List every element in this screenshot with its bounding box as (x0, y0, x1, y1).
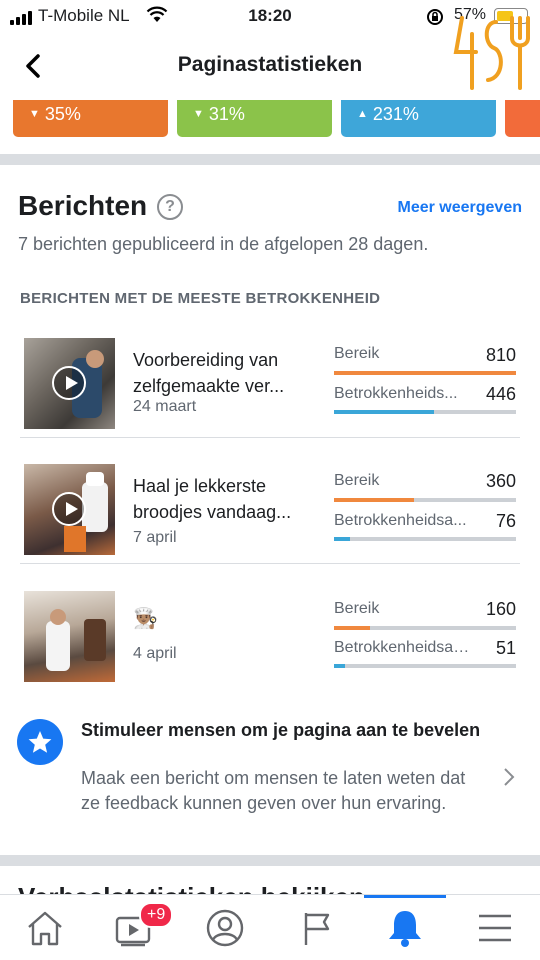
reach-bar-fill (334, 498, 415, 502)
section-divider (0, 855, 540, 866)
section-title: Berichten (18, 190, 148, 221)
engagement-value: 76 (495, 511, 516, 531)
post-thumbnail (24, 464, 115, 555)
engagement-value: 446 (485, 384, 516, 404)
post-thumbnail (24, 591, 115, 682)
trend-icon: ▼ (29, 108, 40, 120)
post-row[interactable]: Haal je lekkerste broodjes vandaag... 7 … (20, 456, 520, 564)
play-icon (52, 492, 86, 526)
reach-bar (334, 626, 516, 630)
post-title: Voorbereiding van zelfgemaakte ver... (133, 347, 318, 399)
home-icon[interactable] (20, 905, 70, 951)
prompt-body: Maak een bericht om mensen te laten wete… (81, 768, 466, 813)
reach-bar (334, 498, 516, 502)
post-row[interactable]: Voorbereiding van zelfgemaakte ver... 24… (20, 330, 520, 438)
metric-chip-4[interactable] (505, 100, 540, 137)
engagement-bar (334, 664, 516, 668)
chevron-right-icon (504, 768, 515, 786)
bell-icon[interactable] (380, 905, 430, 951)
help-icon[interactable]: ? (157, 194, 183, 220)
engagement-bar-fill (334, 410, 435, 414)
menu-icon[interactable] (470, 905, 520, 951)
metric-chip-value: 31% (208, 104, 245, 124)
post-thumbnail (24, 338, 115, 429)
post-title-line: zelfgemaakte ver... (133, 376, 285, 396)
metric-chip-value: 231% (372, 104, 419, 124)
section-subtitle: 7 berichten gepubliceerd in de afgelopen… (18, 234, 429, 254)
post-title: Haal je lekkerste broodjes vandaag... (133, 473, 318, 525)
post-title-line: Voorbereiding van (133, 350, 279, 370)
reach-bar-fill (334, 626, 371, 630)
video-notification-badge: +9 (139, 902, 174, 928)
recommendation-prompt[interactable]: Stimuleer mensen om je pagina aan te bev… (0, 706, 540, 846)
engagement-label: Betrokkenheidsac... (334, 639, 474, 656)
profile-icon[interactable] (200, 905, 250, 951)
trend-icon: ▼ (193, 108, 204, 120)
reach-label: Bereik (334, 472, 380, 489)
page-title: Paginastatistieken (177, 53, 363, 76)
post-title-line: broodjes vandaag... (133, 502, 292, 522)
engagement-value: 51 (495, 638, 516, 658)
engagement-label: Betrokkenheids... (334, 385, 458, 402)
reach-value: 160 (485, 599, 516, 619)
active-tab-indicator (364, 895, 446, 898)
prompt-title: Stimuleer mensen om je pagina aan te bev… (81, 720, 481, 740)
top-posts-header: BERICHTEN MET DE MEESTE BETROKKENHEID (20, 290, 381, 307)
metric-chips[interactable]: ▼ 35% ▼ 31% ▲ 231% (0, 100, 540, 138)
post-title-line: Haal je lekkerste (133, 476, 267, 496)
rotation-lock-icon (427, 9, 443, 25)
flag-icon[interactable] (292, 905, 342, 951)
post-row[interactable]: 👨🏽‍🍳 4 april Bereik 160 Betrokkenheidsac… (20, 583, 520, 691)
header: Paginastatistieken (0, 38, 540, 94)
reach-label: Bereik (334, 600, 380, 617)
metric-chip-2[interactable]: ▼ 31% (177, 100, 332, 137)
reach-value: 810 (485, 345, 516, 365)
post-date: 7 april (133, 529, 177, 546)
section-divider (0, 154, 540, 165)
metric-chip-value: 35% (44, 104, 81, 124)
metric-chip-1[interactable]: ▼ 35% (13, 100, 168, 137)
star-icon (17, 719, 63, 765)
see-more-link[interactable]: Meer weergeven (397, 199, 522, 217)
reach-label: Bereik (334, 345, 380, 362)
engagement-bar-fill (334, 664, 345, 668)
reach-bar-fill (334, 371, 516, 375)
post-date: 24 maart (133, 398, 197, 415)
engagement-bar (334, 537, 516, 541)
engagement-label: Betrokkenheidsa... (334, 512, 467, 529)
reach-bar (334, 371, 516, 375)
engagement-bar (334, 410, 516, 414)
trend-icon: ▲ (357, 108, 368, 120)
post-emoji: 👨🏽‍🍳 (133, 608, 158, 630)
tab-bar (0, 894, 540, 960)
post-date: 4 april (133, 645, 177, 662)
metric-chip-3[interactable]: ▲ 231% (341, 100, 496, 137)
play-icon (52, 366, 86, 400)
reach-value: 360 (485, 471, 516, 491)
engagement-bar-fill (334, 537, 351, 541)
